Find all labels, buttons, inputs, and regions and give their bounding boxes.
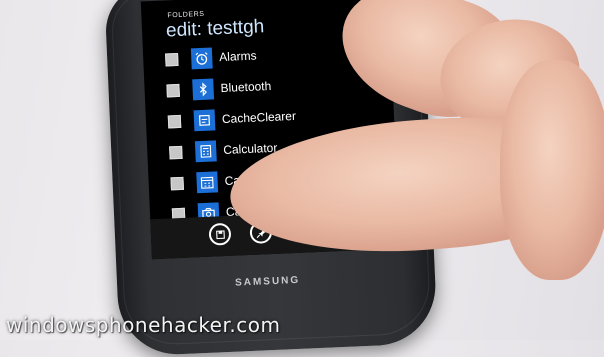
- phone-screen: FOLDERS edit: testtgh Alarms Bluetooth C…: [140, 0, 400, 260]
- phone: FOLDERS edit: testtgh Alarms Bluetooth C…: [104, 0, 438, 357]
- app-label: Bluetooth: [220, 78, 272, 96]
- alarm-clock-icon: [190, 46, 213, 69]
- calculator-icon: [194, 139, 217, 162]
- app-row-bluetooth[interactable]: Bluetooth: [166, 75, 272, 102]
- finger: [500, 60, 604, 280]
- bluetooth-icon: [192, 77, 215, 100]
- close-icon[interactable]: [290, 219, 314, 243]
- calendar-icon: [196, 170, 219, 193]
- checkbox[interactable]: [167, 114, 182, 128]
- app-label: Alarms: [218, 48, 257, 65]
- app-row-cacheclearer[interactable]: CacheClearer: [167, 105, 297, 133]
- app-row-calendar[interactable]: Cal: [170, 169, 243, 194]
- checkbox[interactable]: [170, 176, 184, 190]
- app-icon: [193, 108, 216, 131]
- app-label: Cal: [224, 173, 243, 189]
- pin-icon[interactable]: [249, 221, 273, 244]
- app-label: CacheClearer: [221, 108, 297, 127]
- save-icon[interactable]: [208, 222, 232, 246]
- checkbox[interactable]: [166, 83, 180, 97]
- checkbox[interactable]: [169, 145, 183, 159]
- app-row-calculator[interactable]: Calculator: [169, 137, 278, 164]
- page-title: edit: testtgh: [165, 16, 265, 42]
- app-row-alarms[interactable]: Alarms: [165, 45, 257, 71]
- app-label: Calculator: [222, 140, 278, 158]
- more-options[interactable]: ...: [361, 212, 375, 227]
- checkbox[interactable]: [165, 52, 179, 67]
- watermark: windowsphonehacker.com: [6, 313, 281, 337]
- finger: [431, 8, 589, 142]
